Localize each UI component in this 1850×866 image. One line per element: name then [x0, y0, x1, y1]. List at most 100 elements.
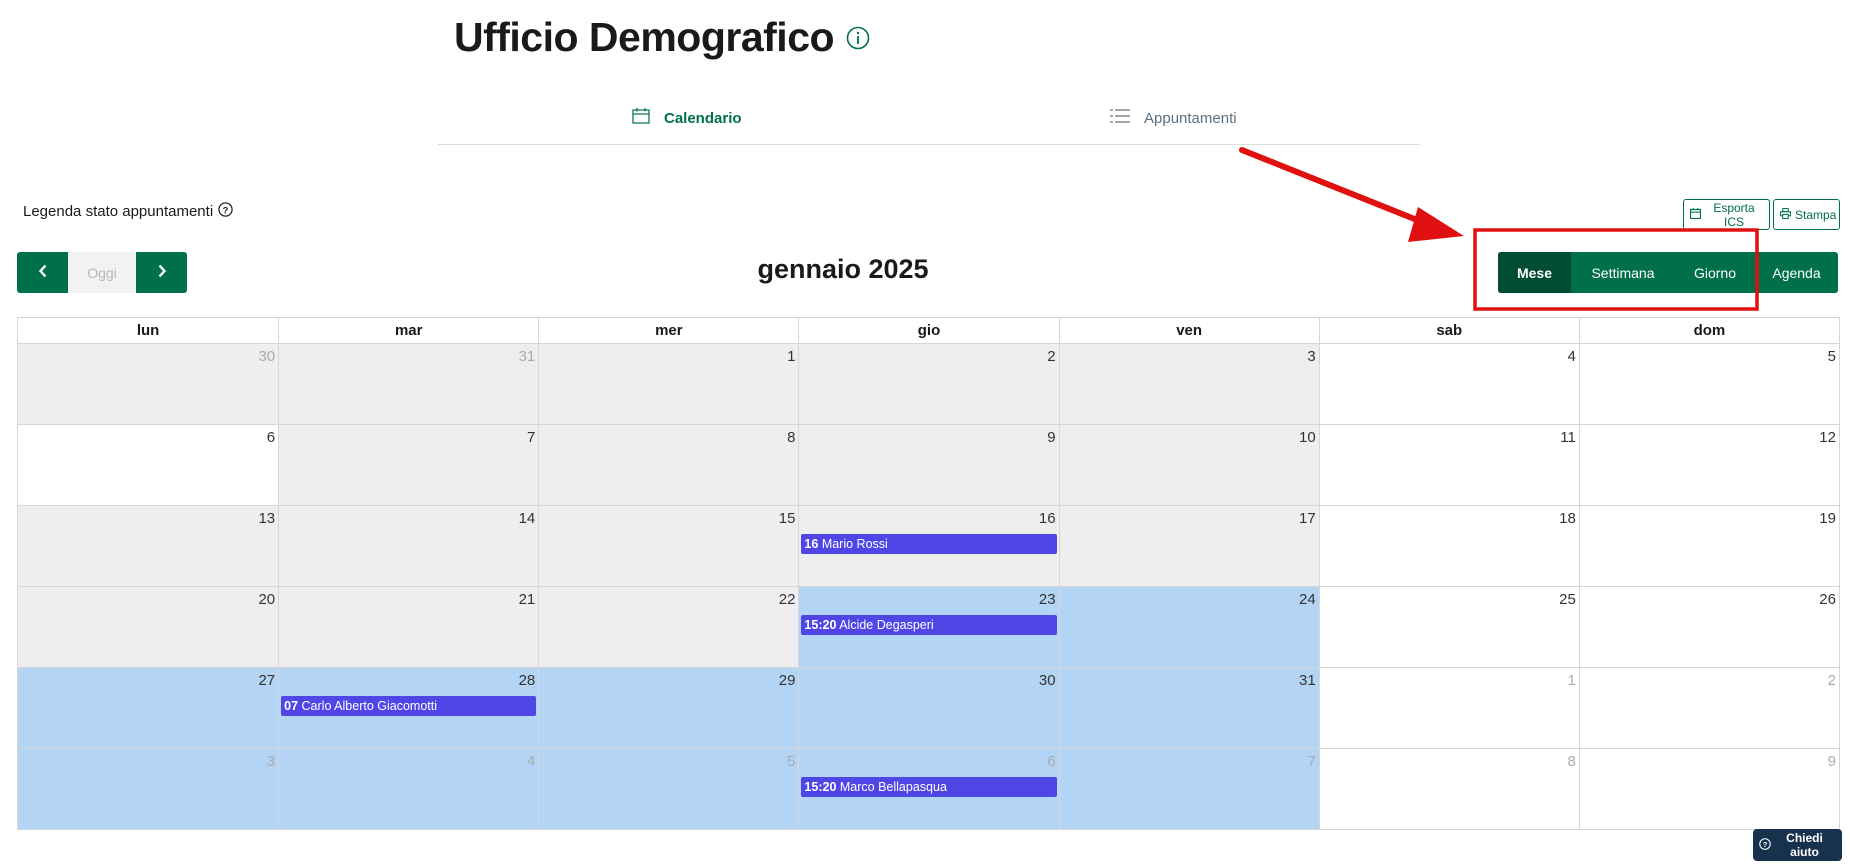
day-number[interactable]: 13: [258, 510, 275, 527]
day-number[interactable]: 3: [1307, 348, 1315, 365]
day-cell[interactable]: 16 16 Mario Rossi: [798, 506, 1059, 586]
day-number[interactable]: 28: [519, 672, 536, 689]
print-button[interactable]: Stampa: [1773, 199, 1840, 230]
day-cell[interactable]: 24: [1058, 587, 1319, 667]
day-number[interactable]: 1: [1568, 672, 1576, 689]
day-cell[interactable]: 8: [538, 425, 799, 505]
day-cell[interactable]: 23 15:20 Alcide Degasperi: [798, 587, 1059, 667]
day-cell[interactable]: 10: [1058, 425, 1319, 505]
day-number[interactable]: 10: [1299, 429, 1316, 446]
day-number[interactable]: 31: [1299, 672, 1316, 689]
day-cell[interactable]: 2: [798, 344, 1059, 424]
day-number[interactable]: 12: [1819, 429, 1836, 446]
day-cell[interactable]: 14: [278, 506, 539, 586]
day-number[interactable]: 31: [519, 348, 536, 365]
day-cell[interactable]: 7: [278, 425, 539, 505]
day-number[interactable]: 30: [258, 348, 275, 365]
day-cell[interactable]: 30: [18, 344, 279, 424]
day-cell[interactable]: 6: [18, 425, 279, 505]
day-cell[interactable]: 1: [1318, 668, 1579, 748]
day-number[interactable]: 21: [519, 591, 536, 608]
day-cell[interactable]: 21: [278, 587, 539, 667]
day-cell[interactable]: 31: [1058, 668, 1319, 748]
day-cell[interactable]: 8: [1318, 749, 1579, 829]
day-cell[interactable]: 19: [1578, 506, 1839, 586]
day-number[interactable]: 7: [1307, 753, 1315, 770]
day-number[interactable]: 18: [1559, 510, 1576, 527]
tab-appuntamenti[interactable]: Appuntamenti: [1110, 108, 1237, 128]
day-cell[interactable]: 2: [1578, 668, 1839, 748]
day-cell[interactable]: 15: [538, 506, 799, 586]
day-cell[interactable]: 4: [1318, 344, 1579, 424]
day-number[interactable]: 8: [1568, 753, 1576, 770]
day-cell[interactable]: 27: [18, 668, 279, 748]
day-number[interactable]: 4: [1568, 348, 1576, 365]
day-cell[interactable]: 13: [18, 506, 279, 586]
view-day-button[interactable]: Giorno: [1675, 252, 1755, 293]
next-month-button[interactable]: [136, 252, 187, 293]
day-cell[interactable]: 5: [538, 749, 799, 829]
day-cell[interactable]: 17: [1058, 506, 1319, 586]
day-number[interactable]: 9: [1047, 429, 1055, 446]
event-item[interactable]: 15:20 Alcide Degasperi: [801, 615, 1057, 635]
day-number[interactable]: 26: [1819, 591, 1836, 608]
day-number[interactable]: 30: [1039, 672, 1056, 689]
day-number[interactable]: 2: [1828, 672, 1836, 689]
info-circle-icon[interactable]: [846, 26, 870, 50]
day-cell[interactable]: 25: [1318, 587, 1579, 667]
previous-month-button[interactable]: [17, 252, 68, 293]
day-cell[interactable]: 28 07 Carlo Alberto Giacomotti: [278, 668, 539, 748]
day-number[interactable]: 15: [779, 510, 796, 527]
day-number[interactable]: 7: [527, 429, 535, 446]
day-cell[interactable]: 5: [1578, 344, 1839, 424]
day-number[interactable]: 2: [1047, 348, 1055, 365]
view-agenda-button[interactable]: Agenda: [1755, 252, 1838, 293]
day-number[interactable]: 9: [1828, 753, 1836, 770]
day-number[interactable]: 19: [1819, 510, 1836, 527]
day-cell[interactable]: 1: [538, 344, 799, 424]
export-ics-button[interactable]: Esporta ICS: [1683, 199, 1770, 230]
day-number[interactable]: 29: [779, 672, 796, 689]
day-cell[interactable]: 22: [538, 587, 799, 667]
day-number[interactable]: 5: [1828, 348, 1836, 365]
day-number[interactable]: 3: [267, 753, 275, 770]
day-number[interactable]: 17: [1299, 510, 1316, 527]
day-number[interactable]: 16: [1039, 510, 1056, 527]
day-cell[interactable]: 12: [1578, 425, 1839, 505]
day-number[interactable]: 25: [1559, 591, 1576, 608]
day-cell[interactable]: 9: [1578, 749, 1839, 829]
day-cell[interactable]: 7: [1058, 749, 1319, 829]
day-number[interactable]: 27: [258, 672, 275, 689]
event-item[interactable]: 16 Mario Rossi: [801, 534, 1057, 554]
event-item[interactable]: 15:20 Marco Bellapasqua: [801, 777, 1057, 797]
day-cell[interactable]: 9: [798, 425, 1059, 505]
day-number[interactable]: 22: [779, 591, 796, 608]
day-cell[interactable]: 31: [278, 344, 539, 424]
day-cell[interactable]: 18: [1318, 506, 1579, 586]
day-cell[interactable]: 30: [798, 668, 1059, 748]
day-cell[interactable]: 3: [18, 749, 279, 829]
day-number[interactable]: 6: [1047, 753, 1055, 770]
day-number[interactable]: 6: [267, 429, 275, 446]
day-number[interactable]: 23: [1039, 591, 1056, 608]
legend-toggle[interactable]: Legenda stato appuntamenti ?: [23, 202, 233, 221]
day-number[interactable]: 1: [787, 348, 795, 365]
day-number[interactable]: 11: [1560, 429, 1576, 446]
day-cell[interactable]: 6 15:20 Marco Bellapasqua: [798, 749, 1059, 829]
day-number[interactable]: 20: [258, 591, 275, 608]
today-button[interactable]: Oggi: [68, 252, 136, 293]
help-button[interactable]: ? Chiedi aiuto: [1753, 829, 1842, 861]
view-month-button[interactable]: Mese: [1498, 252, 1571, 293]
day-cell[interactable]: 4: [278, 749, 539, 829]
event-item[interactable]: 07 Carlo Alberto Giacomotti: [281, 696, 537, 716]
day-cell[interactable]: 11: [1318, 425, 1579, 505]
day-number[interactable]: 5: [787, 753, 795, 770]
day-cell[interactable]: 29: [538, 668, 799, 748]
day-number[interactable]: 24: [1299, 591, 1316, 608]
day-number[interactable]: 8: [787, 429, 795, 446]
day-number[interactable]: 14: [519, 510, 536, 527]
day-cell[interactable]: 26: [1578, 587, 1839, 667]
day-cell[interactable]: 3: [1058, 344, 1319, 424]
day-number[interactable]: 4: [527, 753, 535, 770]
day-cell[interactable]: 20: [18, 587, 279, 667]
